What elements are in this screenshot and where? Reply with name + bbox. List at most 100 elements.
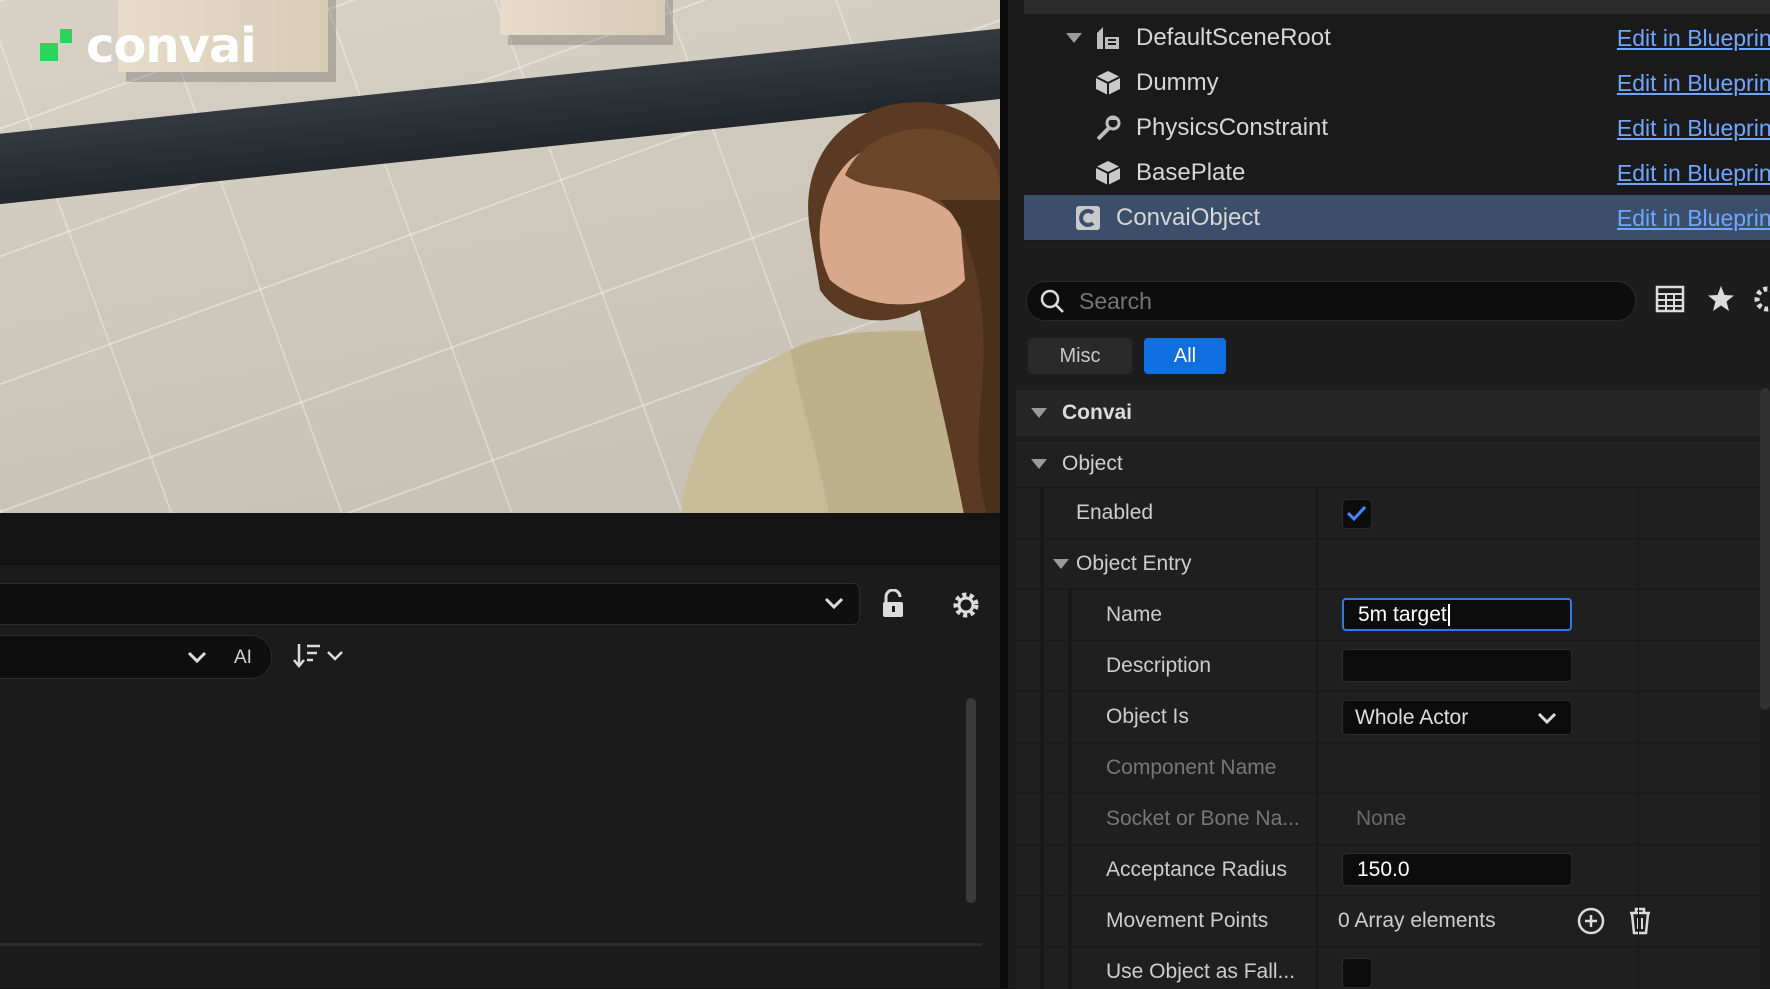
column-divider xyxy=(1316,743,1318,793)
property-use-object-as-fallback: Use Object as Fall... xyxy=(1016,946,1760,989)
indent-guide xyxy=(1040,896,1044,946)
property-label: Acceptance Radius xyxy=(1106,858,1287,881)
static-mesh-icon xyxy=(1092,67,1124,99)
property-matrix-icon[interactable] xyxy=(1655,284,1685,314)
chevron-down-icon xyxy=(1537,712,1557,725)
lower-panel: AI xyxy=(0,513,1000,988)
tree-item-baseplate[interactable]: BasePlate Edit in Blueprint xyxy=(1024,150,1770,195)
column-divider xyxy=(1638,743,1639,793)
description-input[interactable] xyxy=(1342,649,1572,682)
indent-guide xyxy=(1040,794,1044,844)
edit-in-blueprint-link[interactable]: Edit in Blueprint xyxy=(1617,70,1770,97)
text-caret xyxy=(1447,604,1450,627)
use-object-checkbox[interactable] xyxy=(1342,958,1372,988)
property-label: Object Is xyxy=(1106,705,1189,728)
property-enabled: Enabled xyxy=(1016,487,1760,538)
column-divider xyxy=(1638,641,1639,691)
property-object-is: Object Is Whole Actor xyxy=(1016,691,1760,742)
lock-icon[interactable] xyxy=(880,589,908,619)
scrollbar[interactable] xyxy=(966,698,976,903)
collapse-triangle-icon xyxy=(1031,408,1047,418)
property-socket-or-bone: Socket or Bone Na... None xyxy=(1016,793,1760,844)
tree-item-defaultsceneroot[interactable]: DefaultSceneRoot Edit in Blueprint xyxy=(1024,15,1770,60)
column-divider xyxy=(1638,845,1639,895)
indent-guide xyxy=(1068,641,1072,691)
details-search[interactable] xyxy=(1026,281,1636,321)
collapse-triangle-icon xyxy=(1031,459,1047,469)
indent-guide xyxy=(1068,845,1072,895)
panel-divider xyxy=(0,943,982,946)
star-icon[interactable] xyxy=(1706,284,1736,314)
tree-item-convaiobject[interactable]: ConvaiObject Edit in Blueprint xyxy=(1024,195,1770,240)
column-divider xyxy=(1316,896,1318,946)
tab-misc[interactable]: Misc xyxy=(1028,338,1132,374)
property-label: Name xyxy=(1106,603,1163,626)
tree-item-label: ConvaiObject xyxy=(1116,203,1261,231)
trash-icon[interactable] xyxy=(1626,906,1654,936)
indent-guide xyxy=(1068,692,1072,742)
search-input[interactable] xyxy=(1077,286,1621,316)
enabled-checkbox[interactable] xyxy=(1342,499,1372,529)
filter-dropdown[interactable]: AI xyxy=(0,635,272,679)
edit-in-blueprint-link[interactable]: Edit in Blueprint xyxy=(1617,205,1770,232)
tree-item-physicsconstraint[interactable]: PhysicsConstraint Edit in Blueprint xyxy=(1024,105,1770,150)
indent-guide xyxy=(1040,488,1044,538)
scene-root-icon xyxy=(1092,22,1124,54)
indent-guide xyxy=(1068,794,1072,844)
expand-triangle-icon[interactable] xyxy=(1064,31,1084,45)
component-icon xyxy=(1072,202,1104,234)
checkmark-icon xyxy=(1346,505,1367,522)
property-movement-points: Movement Points 0 Array elements xyxy=(1016,895,1760,946)
search-icon xyxy=(1040,289,1064,313)
edit-in-blueprint-link[interactable]: Edit in Blueprint xyxy=(1617,25,1770,52)
chevron-down-icon xyxy=(327,651,343,661)
tree-item-dummy[interactable]: Dummy Edit in Blueprint xyxy=(1024,60,1770,105)
name-input[interactable]: 5m target xyxy=(1342,598,1572,631)
asset-path-combo[interactable] xyxy=(0,583,860,625)
convai-logo: convai xyxy=(40,18,257,74)
indent-guide xyxy=(1040,641,1044,691)
section-object[interactable]: Object xyxy=(1016,440,1760,487)
column-divider xyxy=(1638,539,1639,589)
property-name: Name 5m target xyxy=(1016,589,1760,640)
acceptance-radius-input[interactable]: 150.0 xyxy=(1342,853,1572,886)
collapse-triangle-icon xyxy=(1053,559,1069,569)
edit-in-blueprint-link[interactable]: Edit in Blueprint xyxy=(1617,115,1770,142)
category-label: Convai xyxy=(1062,401,1133,424)
indent-guide xyxy=(1040,845,1044,895)
edit-in-blueprint-link[interactable]: Edit in Blueprint xyxy=(1617,160,1770,187)
settings-gear-icon[interactable] xyxy=(950,589,982,621)
object-is-select[interactable]: Whole Actor xyxy=(1342,700,1572,735)
indent-guide xyxy=(1040,590,1044,640)
property-label: Movement Points xyxy=(1106,909,1269,932)
details-panel: DefaultSceneRoot Edit in Blueprint Dummy… xyxy=(1008,0,1770,989)
scrollbar[interactable] xyxy=(1760,388,1770,710)
column-divider xyxy=(1316,539,1318,589)
settings-gear-icon[interactable] xyxy=(1752,284,1770,314)
tab-all[interactable]: All xyxy=(1144,338,1226,374)
socket-value: None xyxy=(1356,807,1407,830)
column-divider xyxy=(1316,692,1318,742)
static-mesh-icon xyxy=(1092,157,1124,189)
property-object-entry[interactable]: Object Entry xyxy=(1016,538,1760,589)
panel-splitter[interactable] xyxy=(1000,0,1008,988)
indent-guide xyxy=(1068,590,1072,640)
level-viewport[interactable]: convai xyxy=(0,0,1000,513)
column-divider xyxy=(1316,590,1318,640)
indent-guide xyxy=(1068,947,1072,989)
filter-label: AI xyxy=(234,647,252,668)
column-divider xyxy=(1316,641,1318,691)
tree-item-label: PhysicsConstraint xyxy=(1136,113,1329,141)
category-convai[interactable]: Convai xyxy=(1016,390,1760,436)
sort-button[interactable] xyxy=(292,641,344,669)
property-label: Socket or Bone Na... xyxy=(1106,807,1300,830)
column-divider xyxy=(1316,947,1318,989)
add-element-icon[interactable] xyxy=(1576,906,1606,936)
column-divider xyxy=(1638,896,1639,946)
indent-guide xyxy=(1040,539,1044,589)
tree-item-label: BasePlate xyxy=(1136,158,1246,186)
indent-guide xyxy=(1040,947,1044,989)
logo-mark-icon xyxy=(40,29,74,63)
chevron-down-icon xyxy=(824,597,844,610)
array-count: 0 Array elements xyxy=(1338,909,1496,932)
